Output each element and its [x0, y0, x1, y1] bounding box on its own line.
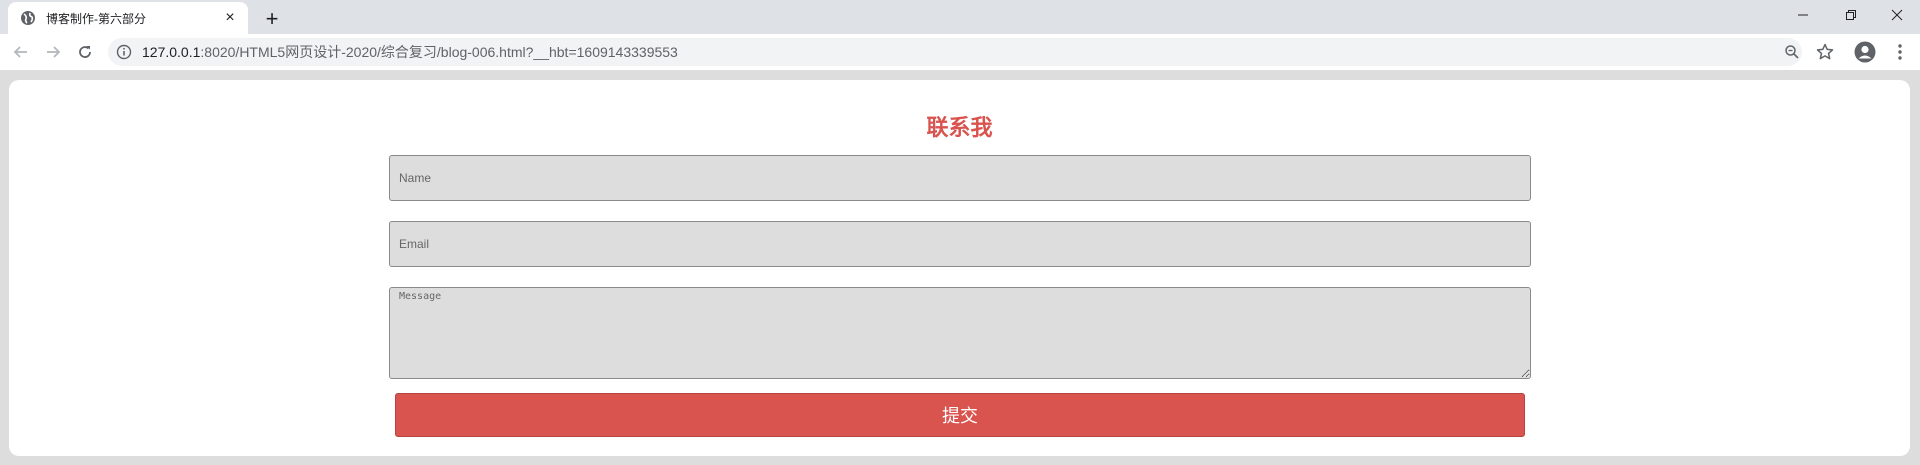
minimize-button[interactable]: [1780, 0, 1826, 30]
submit-button[interactable]: 提交: [395, 393, 1525, 437]
kebab-menu-icon[interactable]: [1890, 42, 1910, 62]
address-bar[interactable]: 127.0.0.1:8020/HTML5网页设计-2020/综合复习/blog-…: [108, 38, 1802, 66]
profile-avatar-icon[interactable]: [1854, 41, 1876, 63]
zoom-icon[interactable]: [1784, 44, 1800, 60]
restore-icon: [1846, 10, 1856, 20]
info-icon[interactable]: [116, 44, 132, 60]
reload-icon: [79, 46, 91, 58]
window-close-icon: [1891, 9, 1903, 21]
arrow-right-icon: [47, 46, 61, 58]
url-host: 127.0.0.1: [142, 44, 201, 60]
page-viewport: 联系我 提交: [0, 70, 1920, 465]
window-close-button[interactable]: [1874, 0, 1920, 30]
tab-title: 博客制作-第六部分: [46, 11, 146, 26]
bookmark-star-icon[interactable]: [1815, 42, 1835, 62]
globe-icon: [20, 10, 36, 26]
reload-button[interactable]: [71, 38, 99, 66]
tab-strip: 博客制作-第六部分 × +: [0, 0, 1920, 34]
name-input[interactable]: [389, 155, 1531, 201]
tab-close-icon[interactable]: ×: [222, 10, 238, 26]
minimize-icon: [1798, 14, 1808, 16]
url-path: :8020/HTML5网页设计-2020/综合复习/blog-006.html?…: [200, 44, 678, 60]
browser-tab[interactable]: 博客制作-第六部分 ×: [8, 2, 248, 34]
arrow-left-icon: [13, 46, 27, 58]
contact-heading: 联系我: [926, 115, 993, 140]
contact-section: 联系我 提交: [9, 80, 1910, 456]
message-textarea[interactable]: [389, 287, 1531, 379]
new-tab-button[interactable]: +: [258, 5, 286, 33]
forward-button[interactable]: [39, 38, 67, 66]
url-text: 127.0.0.1:8020/HTML5网页设计-2020/综合复习/blog-…: [142, 44, 678, 60]
back-button[interactable]: [7, 38, 35, 66]
restore-button[interactable]: [1828, 0, 1874, 30]
email-input[interactable]: [389, 221, 1531, 267]
browser-toolbar: 127.0.0.1:8020/HTML5网页设计-2020/综合复习/blog-…: [0, 34, 1920, 70]
